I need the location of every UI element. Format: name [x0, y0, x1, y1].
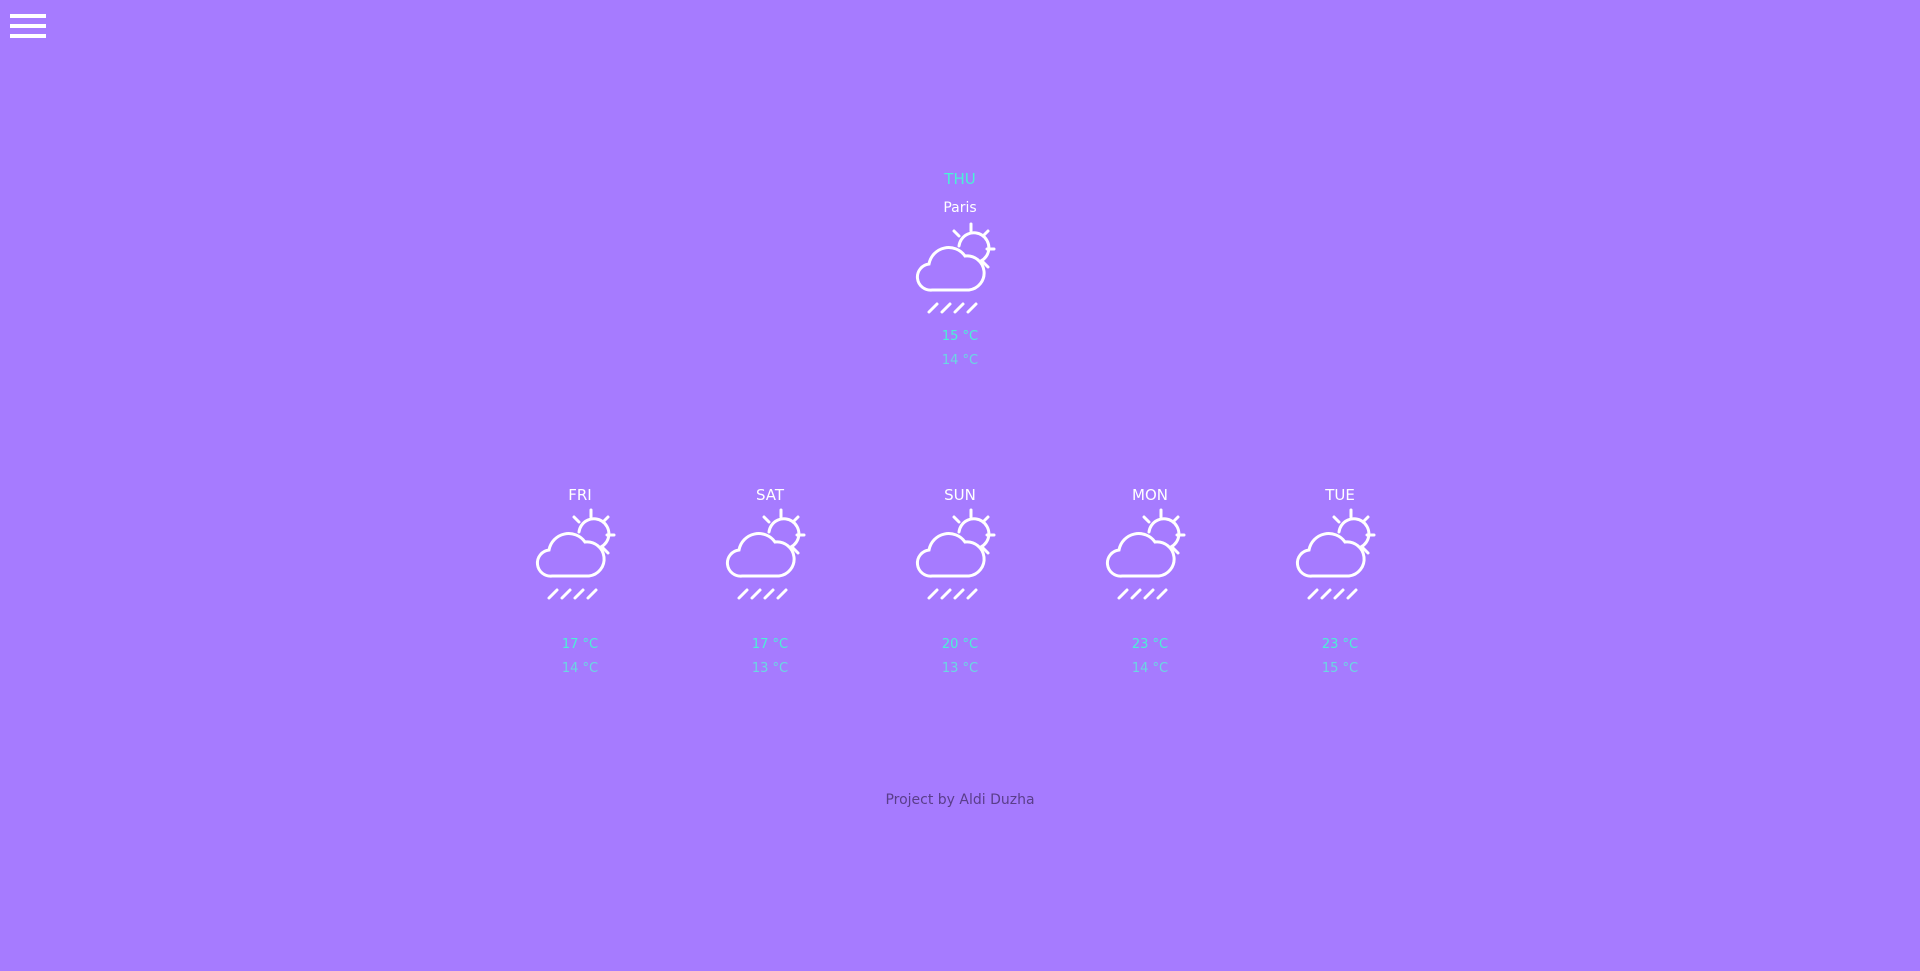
- forecast-day: MON 23 °C 14 °C: [1080, 484, 1220, 678]
- forecast-high-temp: 23 °C: [1321, 637, 1359, 652]
- partly-cloudy-rain-icon: [535, 508, 616, 600]
- forecast-low-temp: 14 °C: [561, 661, 599, 676]
- forecast-day-label: TUE: [1325, 486, 1355, 504]
- forecast-day: SAT 17 °C 13 °C: [700, 484, 840, 678]
- forecast-day-label: SAT: [755, 486, 785, 504]
- partly-cloudy-rain-icon: [915, 508, 996, 600]
- footer-credit: Project by Aldi Duzha: [885, 792, 1035, 808]
- forecast-high-temp: 17 °C: [751, 637, 789, 652]
- forecast-low-temp: 13 °C: [941, 661, 979, 676]
- today-weather: THU Paris 15 °C 14 °C: [860, 168, 1060, 370]
- forecast-row: FRI 17 °C 14 °C SAT 17 °C 13 °C SUN 20 °…: [0, 484, 1920, 704]
- forecast-low-temp: 15 °C: [1321, 661, 1359, 676]
- city-name: Paris: [943, 200, 977, 216]
- forecast-day: SUN 20 °C 13 °C: [890, 484, 1030, 678]
- partly-cloudy-rain-icon: [725, 508, 806, 600]
- partly-cloudy-rain-icon: [1295, 508, 1376, 600]
- partly-cloudy-rain-icon: [1105, 508, 1186, 600]
- today-low-temp: 14 °C: [941, 353, 979, 368]
- hamburger-menu-icon: [10, 14, 46, 18]
- menu-button[interactable]: [10, 14, 46, 44]
- forecast-low-temp: 13 °C: [751, 661, 789, 676]
- forecast-day-label: SUN: [944, 486, 976, 504]
- forecast-high-temp: 23 °C: [1131, 637, 1169, 652]
- forecast-high-temp: 17 °C: [561, 637, 599, 652]
- today-day-label: THU: [944, 170, 976, 188]
- forecast-low-temp: 14 °C: [1131, 661, 1169, 676]
- forecast-day: FRI 17 °C 14 °C: [510, 484, 650, 678]
- forecast-day-label: FRI: [568, 486, 592, 504]
- forecast-day-label: MON: [1132, 486, 1168, 504]
- forecast-high-temp: 20 °C: [941, 637, 979, 652]
- forecast-day: TUE 23 °C 15 °C: [1270, 484, 1410, 678]
- today-high-temp: 15 °C: [941, 329, 979, 344]
- partly-cloudy-rain-icon: [915, 222, 996, 314]
